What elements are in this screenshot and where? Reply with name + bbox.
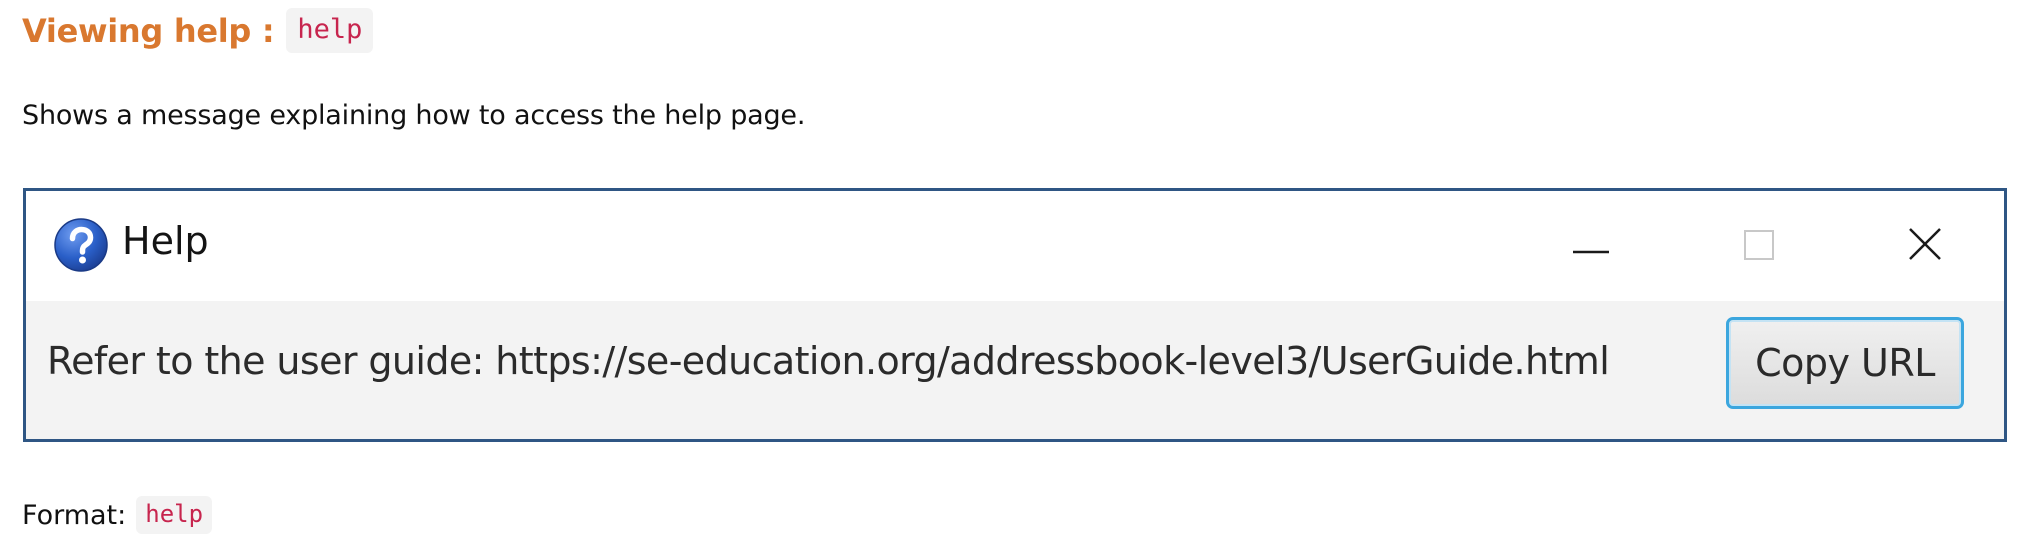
user-guide-message: Refer to the user guide: https://se-educ…: [47, 339, 1610, 383]
minimize-icon[interactable]: [1561, 217, 1621, 273]
format-line: Format: help: [22, 496, 213, 534]
copy-url-button[interactable]: Copy URL: [1726, 317, 1964, 409]
heading-code: help: [286, 8, 374, 53]
section-description: Shows a message explaining how to access…: [22, 100, 806, 131]
maximize-icon[interactable]: [1729, 217, 1789, 273]
help-window-screenshot: Help Refer to the user guide: https://se…: [23, 188, 2007, 442]
question-mark-icon: [54, 218, 108, 272]
heading-title: Viewing help :: [22, 11, 275, 50]
format-label: Format:: [22, 499, 127, 531]
window-titlebar: Help: [26, 191, 2004, 301]
window-content: Refer to the user guide: https://se-educ…: [26, 301, 2004, 439]
close-icon[interactable]: [1895, 217, 1955, 273]
format-code: help: [136, 496, 213, 534]
window-title: Help: [122, 219, 209, 263]
section-heading: Viewing help : help: [22, 8, 374, 53]
